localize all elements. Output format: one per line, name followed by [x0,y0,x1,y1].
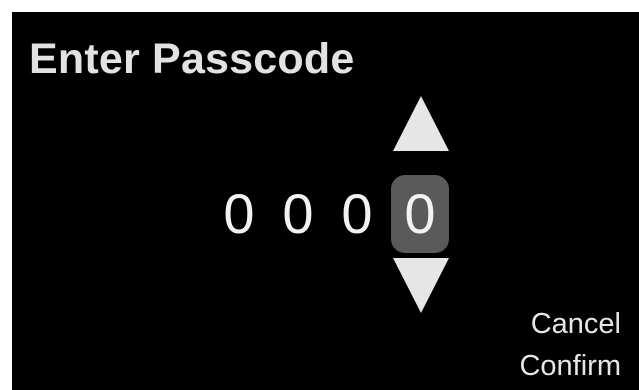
passcode-screen: Enter Passcode 0 0 0 0 Cancel Confirm [12,12,639,390]
triangle-up-icon[interactable] [393,96,449,151]
passcode-digit-3[interactable]: 0 [335,180,379,248]
passcode-digit-1[interactable]: 0 [217,180,261,248]
page-title: Enter Passcode [29,35,355,83]
cancel-button[interactable]: Cancel [531,310,621,339]
passcode-digit-4-selected[interactable]: 0 [391,175,449,253]
confirm-button[interactable]: Confirm [519,352,621,381]
triangle-down-icon[interactable] [393,258,449,313]
passcode-digit-2[interactable]: 0 [276,180,320,248]
